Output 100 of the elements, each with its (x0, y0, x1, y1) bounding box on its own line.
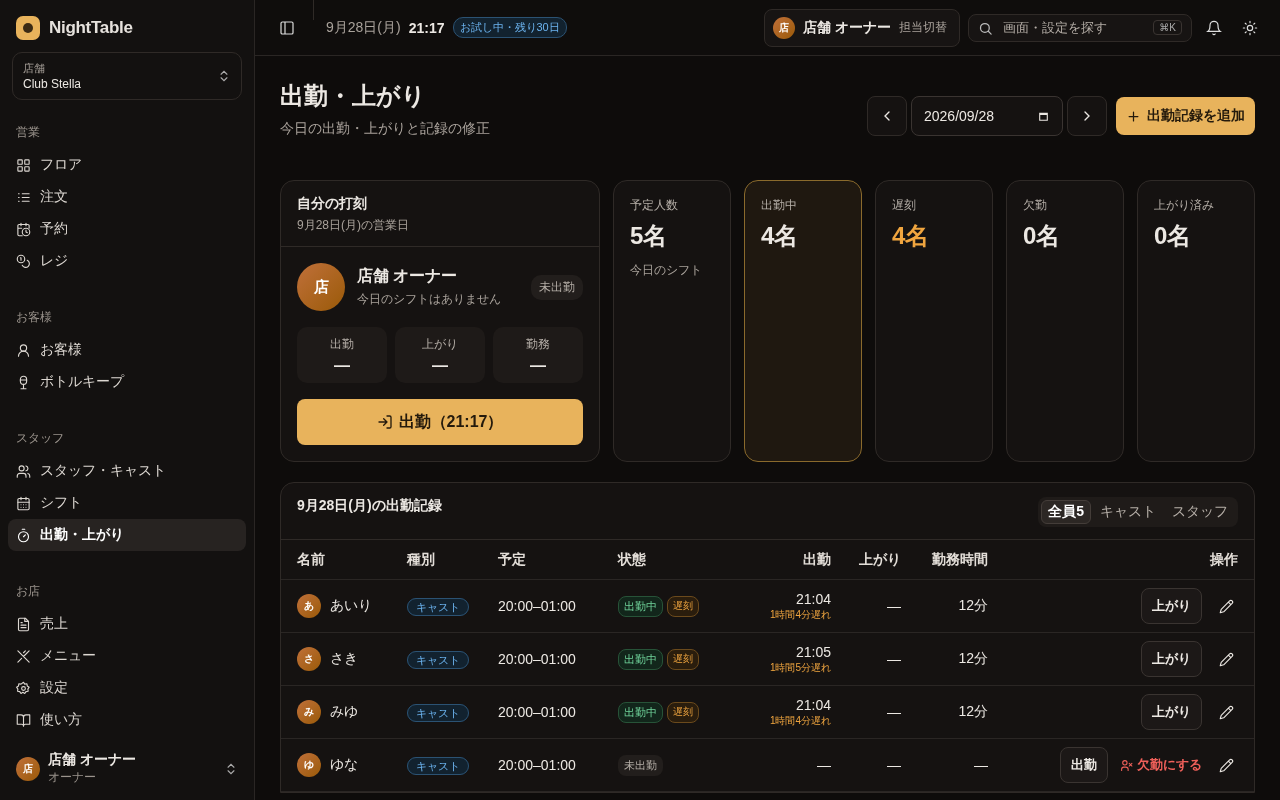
card-subtitle: 9月28日(月)の営業日 (297, 217, 410, 234)
column-header: 名前 (297, 550, 326, 569)
coins-icon (16, 253, 31, 269)
nav-item[interactable]: メニュー (8, 640, 246, 672)
card-label: 予定人数 (630, 197, 679, 214)
filter-tab[interactable]: キャスト (1093, 500, 1163, 524)
settings-icon (16, 680, 31, 696)
nav-item[interactable]: フロア (8, 149, 246, 181)
stopwatch-icon (16, 527, 31, 543)
action-button[interactable]: 上がり (1141, 694, 1202, 730)
nav-item[interactable]: 注文 (8, 181, 246, 213)
nav-item[interactable]: 出勤・上がり (8, 519, 246, 551)
calendar-clock-icon (16, 221, 31, 237)
staff-name: さき (330, 650, 358, 668)
card-label: 上がり済み (1154, 197, 1215, 214)
plus-icon (1126, 108, 1141, 124)
avatar: み (297, 700, 321, 724)
nav-item[interactable]: シフト (8, 487, 246, 519)
status-badge: 出勤中 (618, 648, 663, 670)
late-note: 1時間4分遅れ (769, 607, 831, 622)
column-header: 状態 (618, 550, 647, 569)
sign-in-icon (376, 414, 393, 430)
column-header: 予定 (498, 550, 527, 569)
nav-item[interactable]: お客様 (8, 334, 246, 366)
clock-in-cell: 21:04 (795, 590, 831, 607)
avatar: さ (297, 647, 321, 671)
status-badge: 未出勤 (618, 754, 663, 776)
nav-item[interactable]: 使い方 (8, 704, 246, 736)
duration-cell: 12分 (958, 650, 988, 668)
type-tag: キャスト (407, 598, 469, 616)
schedule-cell-text: 20:00–01:00 (498, 704, 577, 720)
stat-value: — (432, 356, 448, 375)
type-tag: キャスト (407, 651, 469, 669)
avatar: 店 (297, 263, 345, 311)
user-remove-icon (1120, 758, 1133, 772)
stat-label: 出勤 (330, 335, 354, 353)
action-button[interactable]: 上がり (1141, 588, 1202, 624)
card-label: 遅刻 (892, 197, 917, 214)
nav-item[interactable]: 売上 (8, 608, 246, 640)
status-badge: 遅刻 (667, 648, 699, 670)
status-badge: 出勤中 (618, 595, 663, 617)
page-title: 出勤・上がり (280, 81, 427, 111)
mark-absent-button[interactable]: 欠勤にする (1120, 756, 1202, 774)
book-icon (16, 712, 31, 728)
utensils-icon (16, 648, 31, 664)
status-badge: 遅刻 (667, 701, 699, 723)
trial-badge: お試し中・残り30日 (452, 17, 567, 38)
nav-item[interactable]: ボトルキープ (8, 366, 246, 398)
status-badge: 出勤中 (618, 701, 663, 723)
stat-value: — (530, 356, 546, 375)
card-value: 0名 (1154, 221, 1193, 251)
status-badge: 遅刻 (667, 595, 699, 617)
app-name: NightTable (49, 18, 133, 38)
late-note: 1時間4分遅れ (769, 713, 831, 728)
section-title: スタッフ (15, 430, 65, 447)
shift-note: 今日のシフトはありません (357, 291, 502, 308)
schedule-cell-text: 20:00–01:00 (498, 757, 577, 773)
card-title: 自分の打刻 (297, 195, 368, 213)
clock-in-button[interactable]: 出勤（21:17） (297, 399, 583, 445)
add-record-button[interactable]: 出勤記録を追加 (1116, 97, 1255, 135)
action-button[interactable]: 出勤 (1060, 747, 1108, 783)
user-menu[interactable]: 店 店舗 オーナー オーナー (8, 743, 246, 800)
table-title: 9月28日(月)の出勤記録 (297, 497, 442, 515)
account-switcher[interactable]: 店 店舗 オーナー 担当切替 (764, 8, 960, 47)
clock-out-cell: — (887, 704, 901, 720)
card-value: 5名 (630, 221, 669, 251)
avatar: あ (297, 594, 321, 618)
logo-icon (16, 16, 40, 40)
staff-name: ゆな (330, 756, 358, 774)
stat-label: 勤務 (526, 335, 550, 353)
user-name: 店舗 オーナー (357, 266, 459, 286)
schedule-cell-text: 20:00–01:00 (498, 651, 577, 667)
stat-value: — (334, 356, 350, 375)
stat-label: 上がり (422, 335, 458, 353)
staff-name: みゆ (330, 703, 358, 721)
action-button[interactable]: 上がり (1141, 641, 1202, 677)
card-label: 欠勤 (1023, 197, 1048, 214)
nav-item[interactable]: レジ (8, 245, 246, 277)
type-tag: キャスト (407, 704, 469, 722)
search-icon (978, 20, 993, 36)
avatar: ゆ (297, 753, 321, 777)
type-tag: キャスト (407, 757, 469, 775)
filter-tab[interactable]: スタッフ (1165, 500, 1235, 524)
document-icon (16, 616, 31, 632)
column-header: 勤務時間 (932, 550, 988, 569)
nav-item[interactable]: 予約 (8, 213, 246, 245)
store-selector[interactable]: 店舗 Club Stella (12, 52, 242, 100)
avatar: 店 (16, 756, 40, 781)
page-subtitle: 今日の出勤・上がりと記録の修正 (280, 120, 490, 138)
nav-item[interactable]: 設定 (8, 672, 246, 704)
card-note: 今日のシフト (630, 262, 703, 279)
filter-tab[interactable]: 全員5 (1041, 500, 1091, 524)
date-field[interactable]: 2026/09/28 (911, 96, 1063, 136)
duration-cell: — (974, 757, 988, 773)
current-time: 21:17 (408, 19, 445, 36)
duration-cell: 12分 (958, 597, 988, 615)
user-icon (16, 342, 31, 358)
current-date: 9月28日(月) (326, 18, 401, 37)
staff-name: あいり (330, 597, 372, 615)
nav-item[interactable]: スタッフ・キャスト (8, 455, 246, 487)
